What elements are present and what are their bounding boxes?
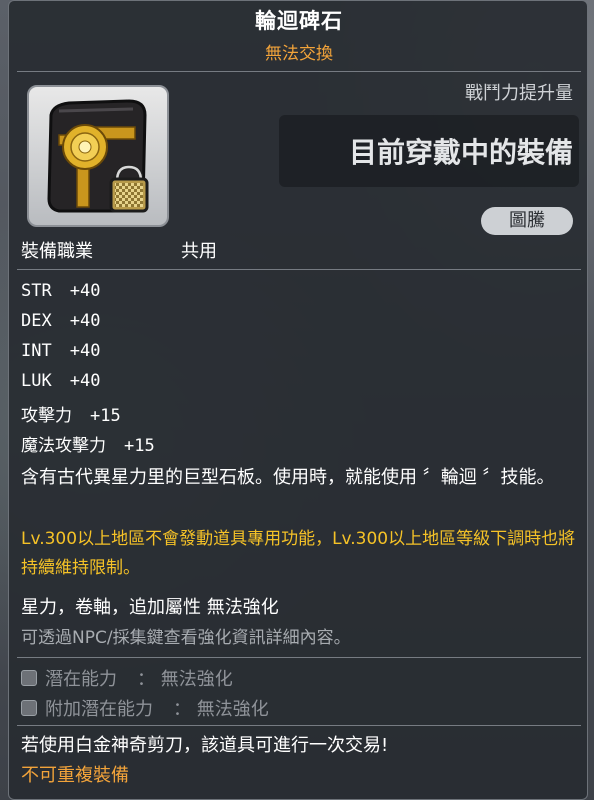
- level-warning: Lv.300以上地區不會發動道具專用功能，Lv.300以上地區等級下調時也將持續…: [21, 529, 576, 578]
- totem-stone-icon: [47, 99, 149, 213]
- stat-row-int: INT +40: [21, 341, 100, 361]
- potential-label: 潛在能力: [45, 669, 117, 690]
- stat-name: STR: [21, 281, 52, 301]
- divider: [17, 71, 581, 72]
- potential-value: ： 無法強化: [137, 669, 233, 690]
- stat-value: +40: [69, 311, 101, 331]
- potential-checkbox-icon: [21, 700, 37, 716]
- stat-name: INT: [21, 341, 52, 361]
- stat-value: +40: [69, 371, 101, 391]
- category-tag: 圖騰: [481, 207, 573, 235]
- divider: [17, 657, 581, 658]
- stat-row-luk: LUK +40: [21, 371, 100, 391]
- platinum-scissors-note: 若使用白金神奇剪刀，該道具可進行一次交易!: [21, 735, 389, 756]
- stat-value: +40: [69, 281, 101, 301]
- stat-row-dex: DEX +40: [21, 311, 100, 331]
- trade-status: 無法交換: [265, 44, 333, 64]
- stat-name: LUK: [21, 371, 52, 391]
- divider: [17, 725, 581, 726]
- potential-value: ： 無法強化: [173, 699, 269, 720]
- power-increase-label: 戰鬥力提升量: [465, 83, 573, 104]
- stat-value: +15: [90, 406, 121, 426]
- no-duplicate-equip: 不可重複裝備: [21, 765, 129, 786]
- job-label: 裝備職業: [21, 241, 93, 262]
- stat-value: +40: [69, 341, 101, 361]
- item-description: 含有古代異星力里的巨型石板。使用時，就能使用 〞輪迴 〞技能。: [21, 467, 555, 488]
- enhancement-hint: 可透過NPC/採集鍵查看強化資訊詳細內容。: [21, 628, 351, 648]
- enhancement-restriction: 星力，卷軸，追加屬性 無法強化: [21, 597, 279, 618]
- item-tooltip: 輪迴碑石 無法交換 戰鬥力提升量 目前穿戴中的裝備 圖騰 裝備職業 共用 STR…: [8, 0, 588, 800]
- item-name: 輪迴碑石: [255, 9, 343, 33]
- stat-row-str: STR +40: [21, 281, 100, 301]
- divider: [17, 269, 581, 270]
- stat-name: 攻擊力: [21, 406, 72, 426]
- potential-row: 潛在能力 ： 無法強化: [21, 665, 233, 691]
- potential-label: 附加潛在能力: [45, 699, 153, 720]
- stat-name: 魔法攻擊力: [21, 436, 106, 456]
- stat-value: +15: [124, 436, 155, 456]
- job-value: 共用: [181, 241, 217, 262]
- stat-row-magic-attack: 魔法攻擊力 +15: [21, 431, 155, 456]
- current-equip-label: 目前穿戴中的裝備: [348, 136, 573, 169]
- item-icon-frame: [27, 85, 169, 227]
- stat-name: DEX: [21, 311, 52, 331]
- potential-checkbox-icon: [21, 670, 37, 686]
- additional-potential-row: 附加潛在能力 ： 無法強化: [21, 695, 269, 721]
- stat-row-attack: 攻擊力 +15: [21, 401, 121, 426]
